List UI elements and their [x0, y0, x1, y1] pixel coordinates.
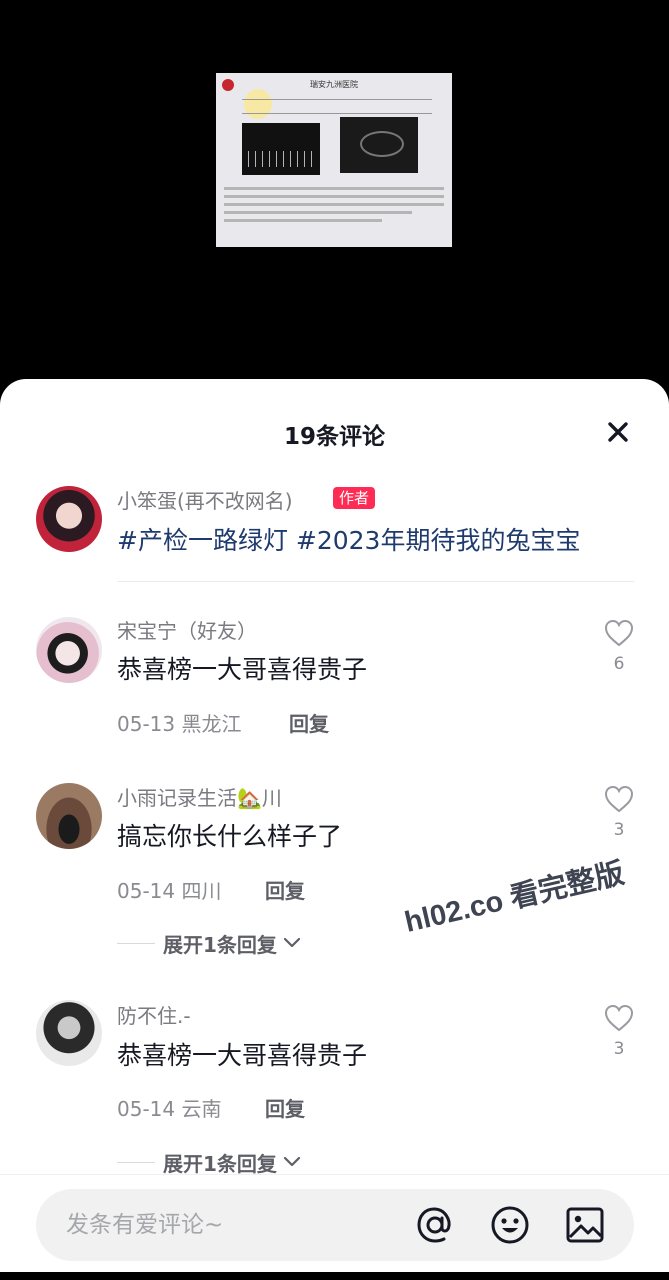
reply-button[interactable]: 回复	[265, 1093, 305, 1122]
commenter-username[interactable]: 防不住.-	[117, 1000, 191, 1029]
comment-location: 四川	[181, 879, 222, 903]
ultrasound-scan-right	[340, 117, 418, 173]
comment-text: 搞忘你长什么样子了	[117, 822, 343, 851]
commenter-username[interactable]: 小雨记录生活🏡川	[117, 782, 282, 811]
comment-meta: 05-13 黑龙江	[117, 708, 241, 737]
emoji-icon	[491, 1206, 529, 1244]
comment-count-title: 19条评论	[283, 424, 385, 450]
system-nav-strip	[0, 1272, 669, 1280]
commenter-avatar[interactable]	[36, 783, 102, 849]
like-count: 3	[613, 1039, 625, 1059]
report-rule	[242, 99, 432, 100]
commenter-avatar[interactable]	[36, 617, 102, 683]
at-icon	[417, 1207, 451, 1243]
reply-button[interactable]: 回复	[265, 875, 305, 904]
image-icon	[566, 1207, 604, 1243]
report-hospital-name: 瑞安九洲医院	[310, 80, 358, 89]
expand-dash	[117, 942, 155, 944]
like-count: 3	[613, 820, 625, 840]
author-avatar[interactable]	[36, 486, 102, 552]
comment-location: 黑龙江	[181, 712, 242, 736]
reply-button[interactable]: 回复	[289, 708, 329, 737]
expand-dash	[117, 1161, 155, 1163]
heart-outline-icon	[604, 619, 634, 647]
image-button[interactable]	[564, 1204, 606, 1246]
ultrasound-scan-left	[242, 123, 320, 175]
like-button[interactable]: 3	[602, 784, 636, 840]
comment-text: 恭喜榜一大哥喜得贵子	[117, 1041, 368, 1070]
heart-outline-icon	[604, 785, 634, 813]
ultrasound-report-photo[interactable]: 瑞安九洲医院	[216, 73, 452, 247]
comment-sheet: 19条评论 小笨蛋(再不改网名) 作者 #产检一路绿灯 #2023年期待我的兔宝…	[0, 379, 669, 1280]
mention-button[interactable]	[414, 1204, 456, 1246]
emoji-button[interactable]	[489, 1204, 531, 1246]
divider	[117, 581, 634, 582]
close-icon	[608, 422, 628, 442]
chevron-down-icon	[283, 1156, 301, 1167]
author-username[interactable]: 小笨蛋(再不改网名)	[117, 485, 293, 514]
expand-replies-button[interactable]: 展开1条回复	[117, 930, 301, 957]
comment-input[interactable]	[66, 1189, 406, 1261]
comment-input-bar	[0, 1174, 669, 1280]
expand-replies-label: 展开1条回复	[163, 1151, 277, 1176]
expand-replies-label: 展开1条回复	[163, 932, 277, 957]
comment-date: 05-14	[117, 879, 176, 903]
close-button[interactable]	[605, 419, 631, 445]
baby-sticker	[244, 89, 272, 119]
heart-outline-icon	[604, 1004, 634, 1032]
report-rule	[242, 113, 432, 114]
comment-text: 恭喜榜一大哥喜得贵子	[117, 655, 368, 684]
like-button[interactable]: 6	[602, 618, 636, 674]
author-hashtags[interactable]: #产检一路绿灯 #2023年期待我的兔宝宝	[117, 521, 580, 557]
commenter-username[interactable]: 宋宝宁（好友）	[117, 615, 257, 644]
comment-meta: 05-14 云南	[117, 1093, 221, 1122]
comment-location: 云南	[181, 1097, 222, 1121]
like-button[interactable]: 3	[602, 1003, 636, 1059]
comment-date: 05-13	[117, 712, 176, 736]
comment-date: 05-14	[117, 1097, 176, 1121]
commenter-avatar[interactable]	[36, 1000, 102, 1066]
comment-meta: 05-14 四川	[117, 875, 221, 904]
like-count: 6	[613, 654, 625, 674]
media-background: 瑞安九洲医院	[0, 0, 669, 390]
expand-replies-button[interactable]: 展开1条回复	[117, 1149, 301, 1176]
author-badge: 作者	[333, 487, 376, 509]
chevron-down-icon	[283, 937, 301, 948]
comment-input-pill	[36, 1189, 634, 1261]
